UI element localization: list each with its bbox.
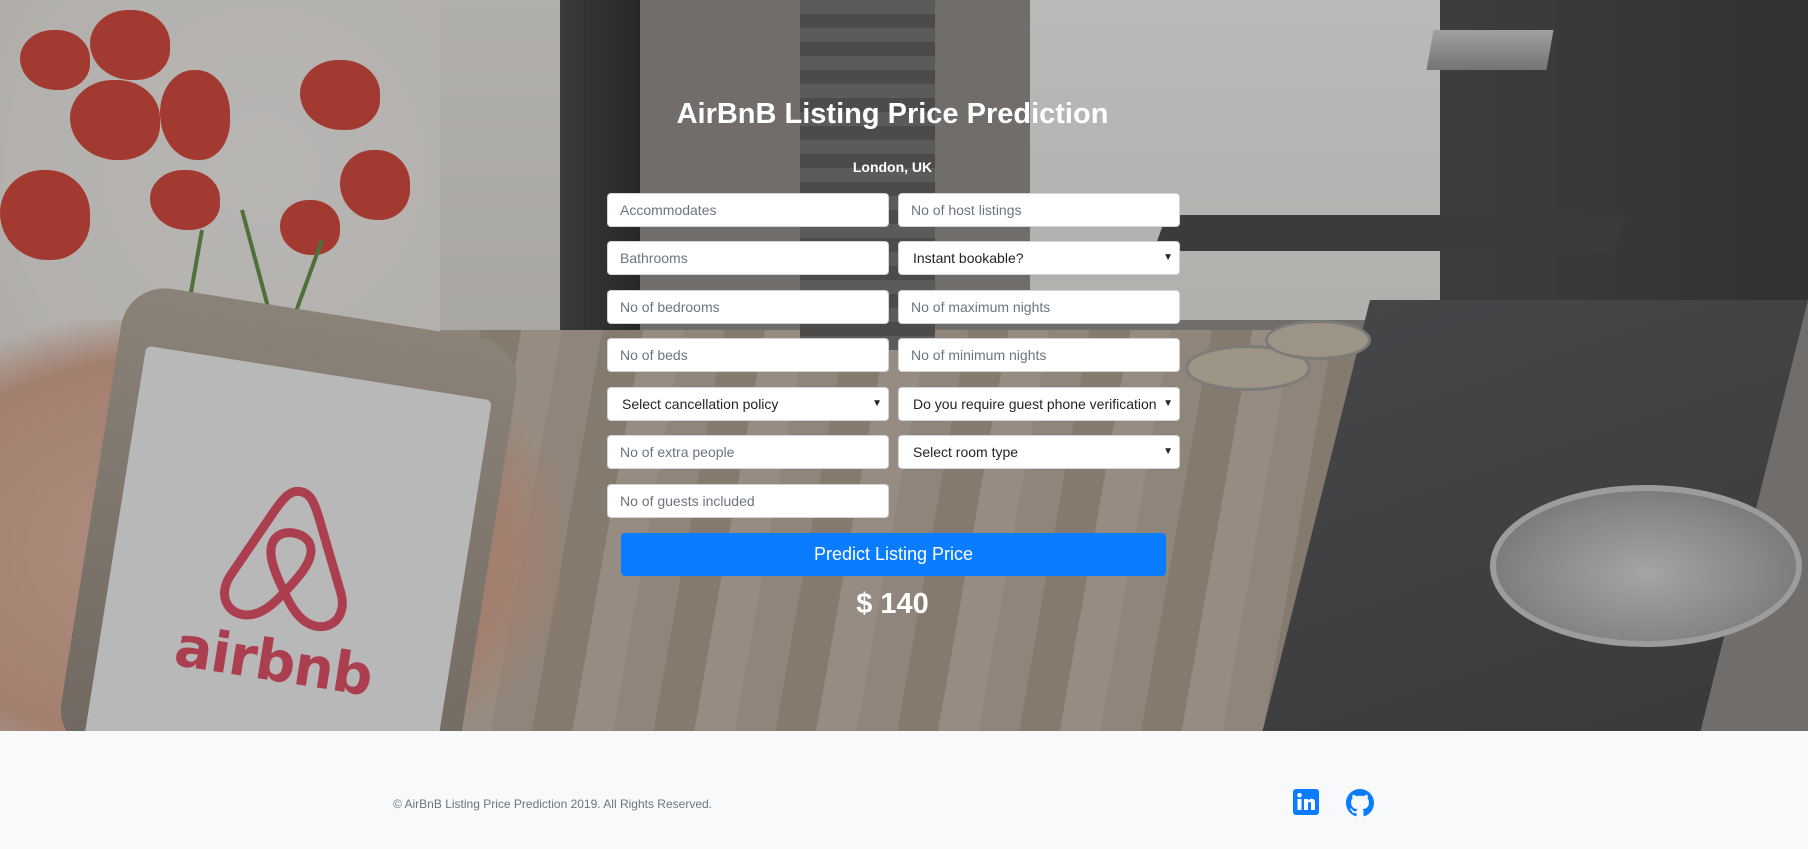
hero-section: airbnb AirBnB Listing Price Prediction L…	[0, 0, 1808, 731]
phone-verification-select[interactable]: Do you require guest phone verification …	[898, 387, 1180, 421]
predict-button[interactable]: Predict Listing Price	[621, 533, 1166, 576]
extra-people-input[interactable]	[607, 435, 889, 469]
accommodates-input[interactable]	[607, 193, 889, 227]
prediction-form: AirBnB Listing Price Prediction London, …	[0, 0, 1808, 731]
maximum-nights-input[interactable]	[898, 290, 1180, 324]
instant-bookable-select[interactable]: Instant bookable? ▼	[898, 241, 1180, 275]
beds-input[interactable]	[607, 338, 889, 372]
location-subtitle: London, UK	[852, 159, 933, 175]
bathrooms-input[interactable]	[607, 241, 889, 275]
dropdown-arrow-icon: ▼	[1163, 446, 1173, 457]
github-icon[interactable]	[1346, 789, 1376, 819]
dropdown-arrow-icon: ▼	[1163, 252, 1173, 263]
linkedin-icon[interactable]	[1293, 789, 1323, 819]
instant-bookable-value: Instant bookable?	[913, 250, 1024, 266]
predicted-price: $ 140	[856, 588, 929, 620]
guests-included-input[interactable]	[607, 484, 889, 518]
cancellation-policy-select[interactable]: Select cancellation policy ▼	[607, 387, 889, 421]
room-type-value: Select room type	[913, 444, 1019, 460]
copyright-text: © AirBnB Listing Price Prediction 2019. …	[393, 797, 712, 811]
host-listings-input[interactable]	[898, 193, 1180, 227]
page-title: AirBnB Listing Price Prediction	[676, 98, 1109, 130]
minimum-nights-input[interactable]	[898, 338, 1180, 372]
room-type-select[interactable]: Select room type ▼	[898, 435, 1180, 469]
dropdown-arrow-icon: ▼	[1163, 398, 1173, 409]
bedrooms-input[interactable]	[607, 290, 889, 324]
dropdown-arrow-icon: ▼	[872, 398, 882, 409]
phone-verification-value: Do you require guest phone verification	[913, 396, 1157, 412]
footer: © AirBnB Listing Price Prediction 2019. …	[0, 731, 1808, 849]
cancellation-policy-value: Select cancellation policy	[622, 396, 779, 412]
